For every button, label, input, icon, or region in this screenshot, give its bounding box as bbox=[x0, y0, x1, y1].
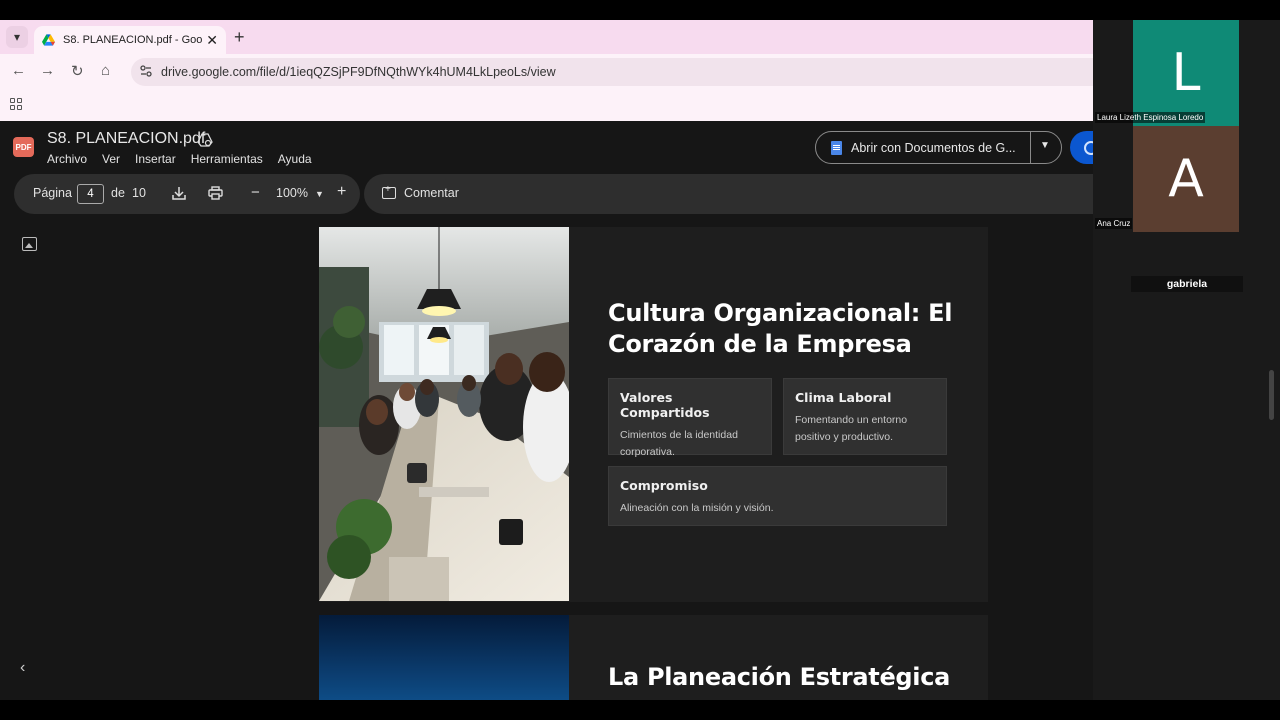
card-valores-compartidos: Valores Compartidos Cimientos de la iden… bbox=[608, 378, 772, 458]
open-with-button[interactable]: Abrir con Documentos de G... ▼ bbox=[815, 131, 1062, 164]
menu-bar: Archivo Ver Insertar Herramientas Ayuda bbox=[47, 152, 312, 166]
open-with-label: Abrir con Documentos de G... bbox=[851, 140, 1016, 155]
menu-herramientas[interactable]: Herramientas bbox=[191, 152, 263, 166]
open-with-dropdown-icon[interactable]: ▼ bbox=[1040, 140, 1050, 151]
of-label: de bbox=[111, 186, 125, 200]
slide-image bbox=[319, 615, 569, 700]
card-description: Alineación con la misión y visión. bbox=[620, 502, 774, 514]
bookmarks-bar bbox=[0, 88, 1093, 121]
meeting-participants-panel: L Laura Lizeth Espinosa Loredo A Ana Cru… bbox=[1093, 0, 1280, 720]
zoom-in-icon[interactable]: + bbox=[337, 183, 346, 201]
tab-close-icon[interactable]: ✕ bbox=[206, 32, 218, 49]
menu-archivo[interactable]: Archivo bbox=[47, 152, 87, 166]
participant-list: L Laura Lizeth Espinosa Loredo A Ana Cru… bbox=[1093, 20, 1280, 700]
tab-title: S8. PLANEACION.pdf - Google bbox=[63, 34, 203, 46]
card-title: Compromiso bbox=[620, 478, 708, 493]
card-compromiso: Compromiso Alineación con la misión y vi… bbox=[608, 466, 947, 526]
card-description: Fomentando un entorno positivo y product… bbox=[795, 414, 908, 443]
participant-avatar[interactable]: A bbox=[1133, 126, 1239, 232]
share-button[interactable] bbox=[1070, 131, 1093, 164]
google-drive-icon bbox=[42, 34, 55, 46]
navigation-bar: ← → ↻ ⌂ drive.google.com/file/d/1ieqQZSj… bbox=[0, 54, 1093, 88]
address-bar[interactable]: drive.google.com/file/d/1ieqQZSjPF9DfNQt… bbox=[131, 58, 1093, 86]
pdf-toolbar: Página 4 de 10 − 100% ▼ + bbox=[14, 174, 360, 214]
chevron-left-icon[interactable]: ‹ bbox=[20, 659, 25, 677]
home-icon[interactable]: ⌂ bbox=[101, 62, 110, 79]
browser-chrome: ▾ S8. PLANEACION.pdf - Google ✕ + ← → ↻ … bbox=[0, 20, 1093, 121]
comment-toolbar: Comentar bbox=[364, 174, 1093, 214]
menu-ayuda[interactable]: Ayuda bbox=[278, 152, 312, 166]
add-comment-icon[interactable] bbox=[382, 184, 396, 199]
zoom-out-icon[interactable]: − bbox=[251, 184, 260, 201]
drive-pdf-viewer: PDF S8. PLANEACION.pdf Archivo Ver Inser… bbox=[0, 121, 1093, 700]
participant-name: gabriela bbox=[1131, 276, 1243, 292]
participant-name: Laura Lizeth Espinosa Loredo bbox=[1095, 112, 1206, 123]
slide-title: Cultura Organizacional: El Corazón de la… bbox=[608, 299, 953, 358]
reload-icon[interactable]: ↻ bbox=[71, 62, 84, 80]
drive-location-icon[interactable] bbox=[197, 132, 213, 148]
card-description: Cimientos de la identidad corporativa. bbox=[620, 429, 738, 458]
tab-search-dropdown-icon[interactable]: ▾ bbox=[6, 26, 28, 48]
menu-insertar[interactable]: Insertar bbox=[135, 152, 176, 166]
site-info-icon[interactable] bbox=[140, 65, 152, 77]
divider bbox=[1030, 132, 1031, 163]
participant-name: Ana Cruz bbox=[1095, 218, 1133, 229]
pdf-page-5: La Planeación Estratégica bbox=[319, 615, 988, 700]
card-clima-laboral: Clima Laboral Fomentando un entorno posi… bbox=[783, 378, 947, 455]
pdf-file-icon: PDF bbox=[13, 137, 34, 157]
page-label: Página bbox=[33, 186, 72, 200]
file-name[interactable]: S8. PLANEACION.pdf bbox=[47, 130, 205, 148]
menu-ver[interactable]: Ver bbox=[102, 152, 120, 166]
thumbnails-icon[interactable] bbox=[22, 237, 37, 251]
zoom-dropdown-icon[interactable]: ▼ bbox=[315, 189, 324, 199]
download-icon[interactable] bbox=[172, 186, 186, 200]
pdf-page-4: Cultura Organizacional: El Corazón de la… bbox=[319, 227, 988, 602]
comment-button[interactable]: Comentar bbox=[404, 186, 459, 200]
forward-icon[interactable]: → bbox=[40, 62, 55, 79]
participant-avatar[interactable]: L bbox=[1133, 20, 1239, 126]
browser-tab-active[interactable]: S8. PLANEACION.pdf - Google ✕ bbox=[34, 26, 226, 54]
tab-strip: ▾ S8. PLANEACION.pdf - Google ✕ + bbox=[0, 20, 1093, 54]
total-pages: 10 bbox=[132, 186, 146, 200]
url-text: drive.google.com/file/d/1ieqQZSjPF9DfNQt… bbox=[161, 65, 556, 79]
card-title: Valores Compartidos bbox=[620, 390, 710, 420]
google-docs-icon bbox=[831, 140, 842, 155]
screen: ▾ S8. PLANEACION.pdf - Google ✕ + ← → ↻ … bbox=[0, 0, 1280, 720]
apps-grid-icon[interactable] bbox=[10, 98, 22, 110]
print-icon[interactable] bbox=[208, 186, 223, 200]
page-number-input[interactable]: 4 bbox=[77, 184, 104, 204]
card-title: Clima Laboral bbox=[795, 390, 892, 405]
new-tab-icon[interactable]: + bbox=[234, 27, 245, 48]
slide-title: La Planeación Estratégica bbox=[608, 663, 951, 691]
back-icon[interactable]: ← bbox=[11, 62, 26, 79]
zoom-level[interactable]: 100% bbox=[276, 186, 308, 200]
scrollbar[interactable] bbox=[1269, 370, 1274, 420]
office-team-photo bbox=[319, 227, 569, 601]
